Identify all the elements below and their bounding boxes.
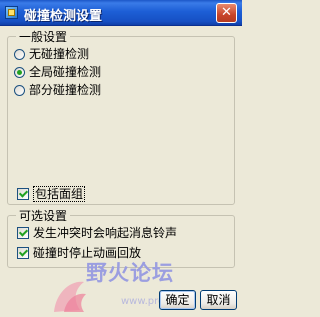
checkbox-include-faces[interactable]: 包括面组 — [17, 186, 86, 202]
checkbox-checked-icon[interactable] — [17, 188, 29, 200]
radio-label: 无碰撞检测 — [29, 47, 90, 61]
general-settings-legend: 一般设置 — [16, 28, 71, 45]
optional-settings-legend: 可选设置 — [16, 207, 71, 224]
checkbox-stop-animation[interactable]: 碰撞时停止动画回放 — [17, 245, 141, 261]
radio-label: 全局碰撞检测 — [29, 65, 102, 79]
app-icon — [5, 6, 18, 19]
optional-settings-group: 可选设置 发生冲突时会响起消息铃声 碰撞时停止动画回放 — [7, 207, 235, 268]
radio-button-icon[interactable] — [14, 84, 25, 96]
ok-button[interactable]: 确定 — [159, 290, 196, 310]
checkbox-checked-icon[interactable] — [17, 227, 29, 239]
title-bar[interactable]: 碰撞检测设置 ✕ — [0, 0, 242, 26]
checkbox-label: 发生冲突时会响起消息铃声 — [33, 226, 178, 240]
cancel-button[interactable]: 取消 — [200, 290, 237, 310]
radio-no-collision[interactable]: 无碰撞检测 — [14, 46, 89, 62]
radio-button-selected-icon[interactable] — [14, 66, 25, 78]
close-button[interactable]: ✕ — [216, 3, 237, 23]
radio-button-icon[interactable] — [14, 48, 25, 60]
watermark-url: www.pro — [121, 296, 165, 307]
checkbox-ring-bell[interactable]: 发生冲突时会响起消息铃声 — [17, 225, 177, 241]
checkbox-checked-icon[interactable] — [17, 247, 29, 259]
radio-partial-collision[interactable]: 部分碰撞检测 — [14, 82, 101, 98]
window-title: 碰撞检测设置 — [24, 9, 103, 24]
general-settings-group: 一般设置 无碰撞检测 全局碰撞检测 部分碰撞检测 包括面组 — [7, 28, 235, 205]
radio-label: 部分碰撞检测 — [29, 83, 102, 97]
radio-global-collision[interactable]: 全局碰撞检测 — [14, 64, 101, 80]
collision-settings-dialog: 碰撞检测设置 ✕ 一般设置 无碰撞检测 全局碰撞检测 部分碰撞检测 包括面组 可… — [0, 0, 242, 317]
checkbox-label: 碰撞时停止动画回放 — [33, 246, 142, 260]
checkbox-label: 包括面组 — [33, 186, 86, 202]
